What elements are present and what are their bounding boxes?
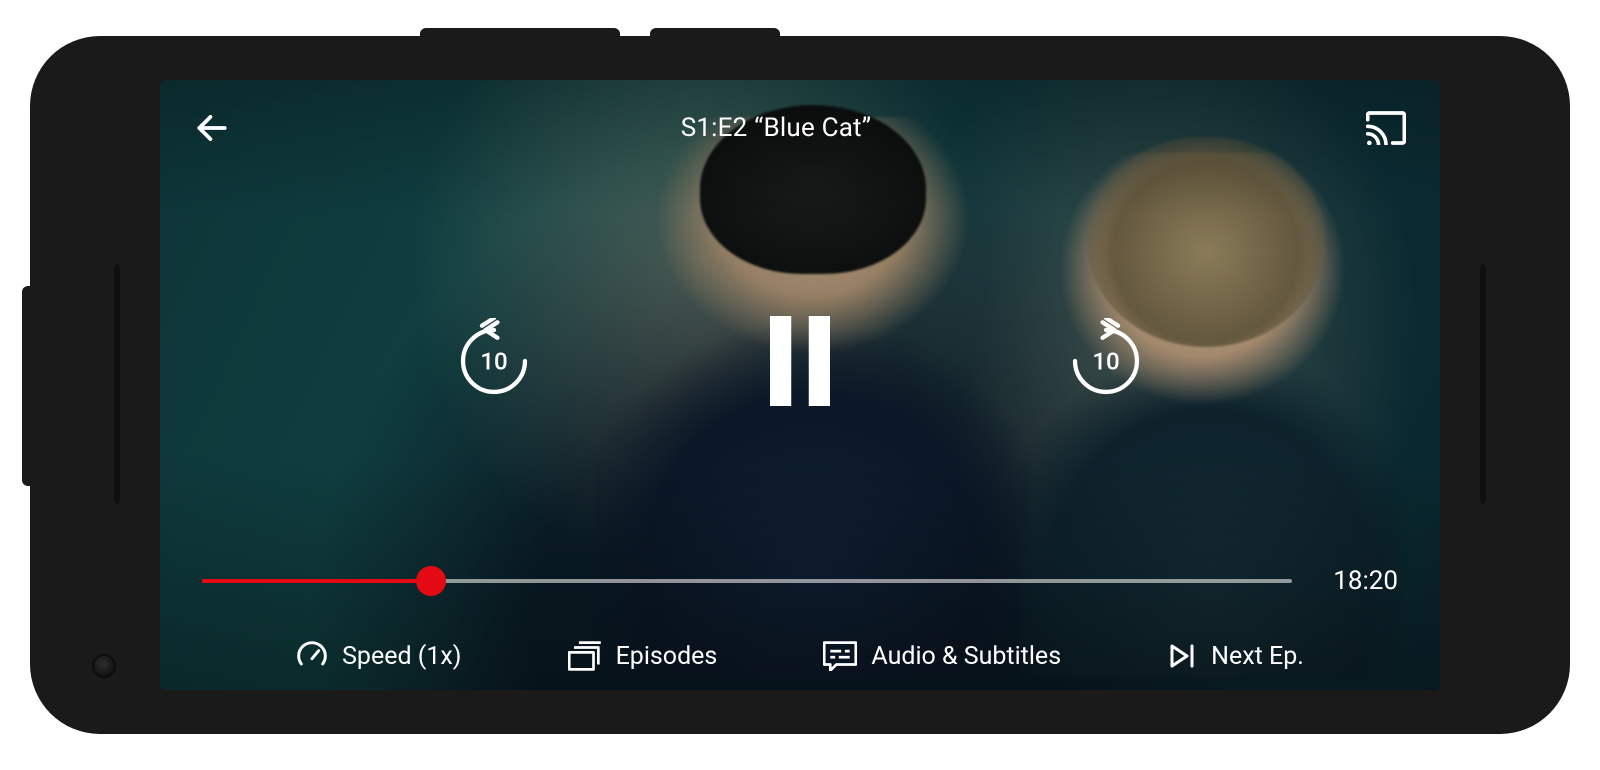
next-episode-icon (1167, 641, 1197, 671)
phone-speaker-left (114, 264, 120, 504)
episode-title: S1:E2 “Blue Cat” (190, 113, 1362, 143)
progress-bar[interactable] (202, 567, 1292, 595)
speed-label: Speed (1x) (342, 642, 461, 671)
audio-subtitles-button[interactable]: Audio & Subtitles (823, 641, 1061, 671)
pause-button[interactable] (740, 301, 860, 421)
speed-button[interactable]: Speed (1x) (296, 640, 461, 672)
next-episode-label: Next Ep. (1211, 642, 1304, 671)
cast-icon (1366, 111, 1406, 145)
phone-speaker-right (1480, 264, 1486, 504)
rewind-10-button[interactable]: 10 (448, 315, 540, 407)
time-remaining: 18:20 (1318, 566, 1398, 596)
svg-text:10: 10 (480, 347, 507, 375)
episodes-label: Episodes (616, 642, 718, 671)
episodes-button[interactable]: Episodes (568, 641, 718, 671)
episodes-icon (568, 641, 602, 671)
pause-icon (761, 316, 839, 406)
video-player-screen: S1:E2 “Blue Cat” 10 (160, 80, 1440, 690)
forward-10-icon: 10 (1063, 318, 1149, 404)
cast-button[interactable] (1362, 106, 1410, 150)
forward-10-button[interactable]: 10 (1060, 315, 1152, 407)
speedometer-icon (296, 640, 328, 672)
phone-frame: S1:E2 “Blue Cat” 10 (30, 36, 1570, 734)
rewind-10-icon: 10 (451, 318, 537, 404)
next-episode-button[interactable]: Next Ep. (1167, 641, 1304, 671)
subtitles-icon (823, 641, 857, 671)
audio-subtitles-label: Audio & Subtitles (871, 642, 1061, 671)
phone-camera (92, 654, 116, 678)
progress-fill (202, 579, 431, 583)
player-overlay: S1:E2 “Blue Cat” 10 (160, 80, 1440, 690)
progress-knob[interactable] (416, 566, 446, 596)
svg-text:10: 10 (1092, 347, 1119, 375)
